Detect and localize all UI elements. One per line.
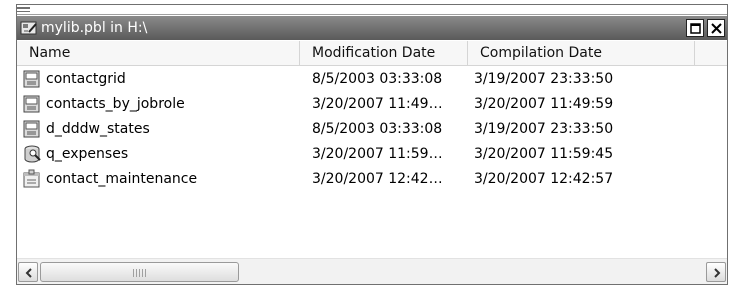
object-list: contactgrid 8/5/2003 03:33:08 3/19/2007 … bbox=[17, 66, 727, 191]
datawindow-icon bbox=[23, 70, 40, 87]
window-object-icon bbox=[23, 169, 40, 187]
compilation-date: 3/20/2007 11:59:45 bbox=[474, 145, 614, 162]
grip-icon bbox=[133, 269, 147, 277]
modification-date: 3/20/2007 12:42… bbox=[312, 170, 443, 187]
list-item[interactable]: contactgrid 8/5/2003 03:33:08 3/19/2007 … bbox=[17, 66, 727, 91]
column-header-modification-date[interactable]: Modification Date bbox=[300, 41, 468, 66]
library-window: mylib.pbl in H:\ Name Modification Date … bbox=[16, 4, 728, 285]
compilation-date: 3/19/2007 23:33:50 bbox=[474, 70, 614, 87]
maximize-icon bbox=[690, 23, 701, 34]
object-name: q_expenses bbox=[46, 145, 129, 162]
datawindow-icon bbox=[23, 120, 40, 137]
modification-date: 3/20/2007 11:59… bbox=[312, 145, 443, 162]
column-header-compilation-date[interactable]: Compilation Date bbox=[468, 41, 695, 66]
chevron-left-icon bbox=[25, 268, 32, 278]
compilation-date: 3/19/2007 23:33:50 bbox=[474, 120, 614, 137]
datawindow-icon bbox=[23, 95, 40, 112]
horizontal-scrollbar[interactable] bbox=[17, 258, 727, 284]
modification-date: 3/20/2007 11:49… bbox=[312, 95, 443, 112]
list-item[interactable]: contacts_by_jobrole 3/20/2007 11:49… 3/2… bbox=[17, 91, 727, 116]
list-item[interactable]: contact_maintenance 3/20/2007 12:42… 3/2… bbox=[17, 166, 727, 191]
close-button[interactable] bbox=[707, 19, 725, 37]
scrollbar-thumb[interactable] bbox=[40, 262, 239, 282]
window-title: mylib.pbl in H:\ bbox=[41, 20, 148, 36]
compilation-date: 3/20/2007 12:42:57 bbox=[474, 170, 614, 187]
object-name: d_dddw_states bbox=[46, 120, 150, 137]
modification-date: 8/5/2003 03:33:08 bbox=[312, 120, 443, 137]
compilation-date: 3/20/2007 11:49:59 bbox=[474, 95, 614, 112]
close-icon bbox=[711, 23, 722, 34]
list-header: Name Modification Date Compilation Date bbox=[17, 41, 727, 66]
query-icon bbox=[24, 145, 41, 162]
grip-icon bbox=[17, 7, 30, 12]
scroll-right-button[interactable] bbox=[706, 262, 726, 282]
maximize-button[interactable] bbox=[686, 19, 704, 37]
list-item[interactable]: q_expenses 3/20/2007 11:59… 3/20/2007 11… bbox=[17, 141, 727, 166]
scroll-left-button[interactable] bbox=[18, 262, 38, 282]
list-item[interactable]: d_dddw_states 8/5/2003 03:33:08 3/19/200… bbox=[17, 116, 727, 141]
object-name: contact_maintenance bbox=[46, 170, 198, 187]
column-header-name[interactable]: Name bbox=[17, 41, 300, 66]
object-name: contactgrid bbox=[46, 70, 126, 87]
chevron-right-icon bbox=[714, 268, 721, 278]
window-top-strip bbox=[17, 5, 727, 15]
library-icon bbox=[20, 21, 37, 35]
title-bar[interactable]: mylib.pbl in H:\ bbox=[17, 16, 727, 40]
modification-date: 8/5/2003 03:33:08 bbox=[312, 70, 443, 87]
object-name: contacts_by_jobrole bbox=[46, 95, 185, 112]
